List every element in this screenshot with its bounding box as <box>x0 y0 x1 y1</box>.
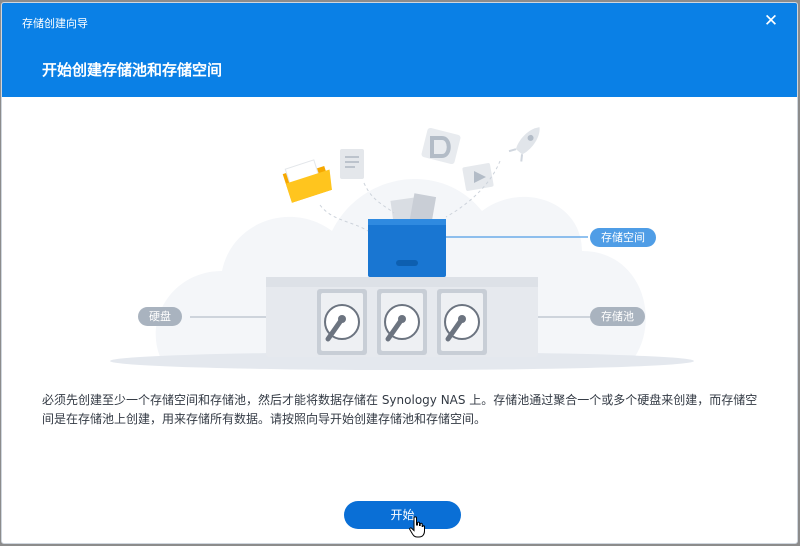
volume-label: 存储空间 <box>590 228 656 247</box>
video-icon <box>462 163 494 191</box>
rocket-icon <box>508 127 540 162</box>
disk-label: 硬盘 <box>138 307 182 326</box>
storage-illustration: 存储空间 硬盘 存储池 <box>102 121 702 375</box>
storage-wizard-window: 存储创建向导 ✕ 开始创建存储池和存储空间 存储空间 硬盘 存储池 必须先创建至… <box>1 2 798 544</box>
folder-icon <box>282 159 332 203</box>
hard-disk-icon <box>377 289 427 355</box>
pool-tray-top <box>266 277 538 287</box>
pool-label: 存储池 <box>590 307 645 326</box>
start-button[interactable]: 开始 <box>344 501 461 529</box>
wizard-description: 必须先创建至少一个存储空间和存储池，然后才能将数据存储在 Synology NA… <box>42 393 758 426</box>
wizard-step-title: 开始创建存储池和存储空间 <box>42 61 223 79</box>
illustration-graphic <box>110 127 694 370</box>
hand-cursor-icon <box>409 516 425 538</box>
drive-icon <box>421 127 461 165</box>
hard-disk-icon <box>437 289 487 355</box>
window-title: 存储创建向导 <box>22 17 88 30</box>
hard-disk-icon <box>317 289 367 355</box>
volume-box-icon <box>368 219 446 277</box>
document-icon <box>409 193 437 223</box>
close-icon[interactable]: ✕ <box>761 11 781 31</box>
file-icon <box>340 149 364 179</box>
wizard-header: 存储创建向导 ✕ 开始创建存储池和存储空间 <box>2 3 797 97</box>
